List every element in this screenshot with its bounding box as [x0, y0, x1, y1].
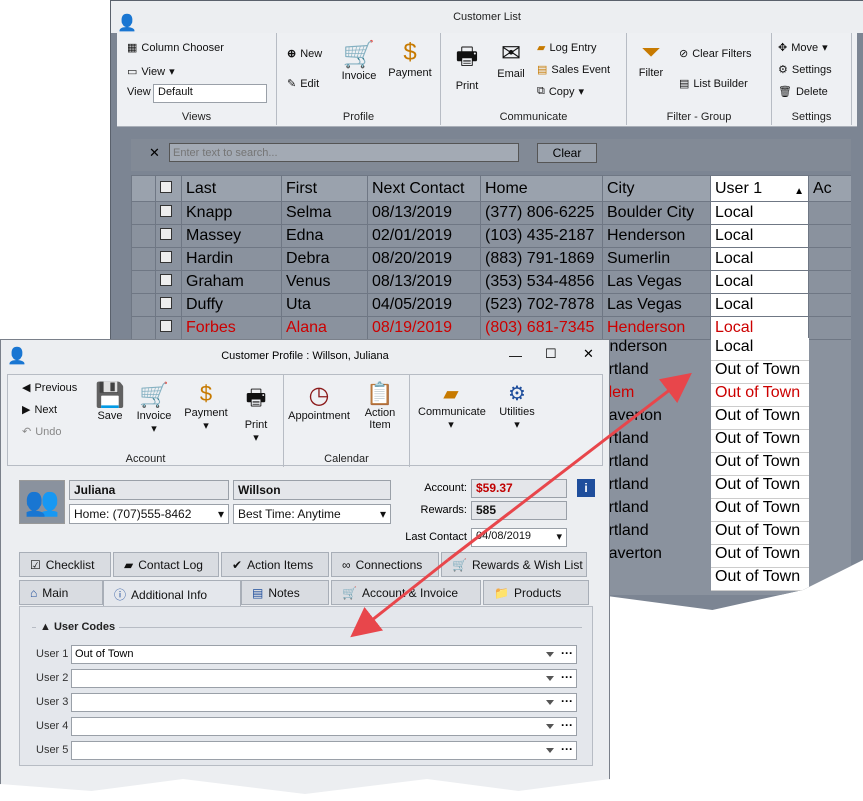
annotation-arrow — [350, 372, 692, 638]
